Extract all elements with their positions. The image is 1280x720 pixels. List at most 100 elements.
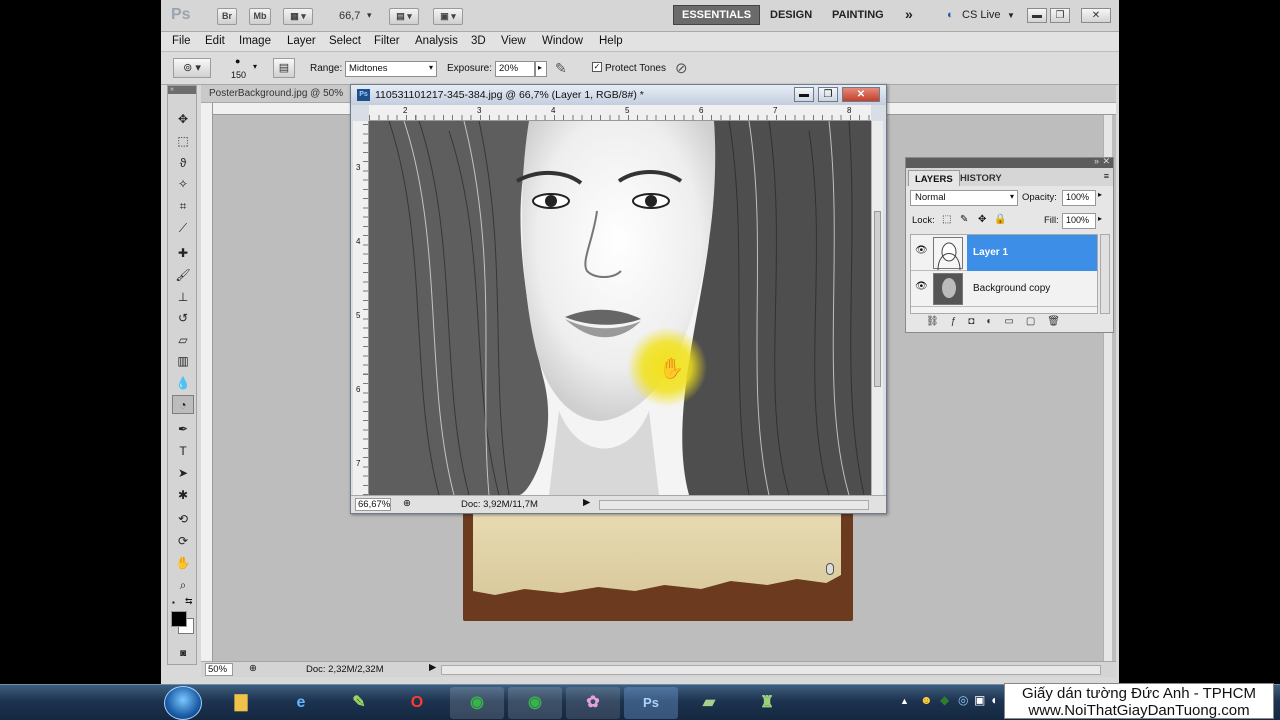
menu-layer[interactable]: Layer [287, 35, 316, 47]
background-status-arrow-icon[interactable]: ▶ [429, 662, 436, 673]
new-group-icon[interactable]: ▭ [1004, 316, 1025, 327]
taskbar-app-icon[interactable]: ✎ [332, 687, 386, 719]
taskbar-photoshop-icon[interactable]: Ps [624, 687, 678, 719]
arrange-documents-button[interactable]: ▤ ▾ [389, 8, 419, 25]
eyedropper-tool-icon[interactable]: ⟋ [172, 219, 194, 238]
visibility-eye-icon[interactable]: 👁 [915, 245, 928, 256]
lasso-tool-icon[interactable]: ϑ [172, 154, 194, 173]
tray-volume-icon[interactable]: ◖ [990, 693, 997, 707]
dodge-tool-icon[interactable]: ◔ [172, 395, 194, 414]
workspace-design[interactable]: DESIGN [770, 9, 812, 21]
tools-collapse-icon[interactable]: » [168, 86, 196, 94]
gradient-tool-icon[interactable]: ▥ [172, 352, 194, 371]
path-selection-tool-icon[interactable]: ➤ [172, 464, 194, 483]
new-layer-icon[interactable]: ▢ [1026, 316, 1047, 327]
doc-status-arrow-icon[interactable]: ▶ [583, 497, 590, 508]
eraser-tool-icon[interactable]: ▱ [172, 331, 194, 350]
quick-selection-tool-icon[interactable]: ✧ [172, 175, 194, 194]
type-tool-icon[interactable]: T [172, 442, 194, 461]
doc-zoom-field[interactable]: 66,67% [355, 498, 391, 511]
brush-picker-chevron-icon[interactable]: ▾ [253, 62, 257, 71]
close-button[interactable]: ✕ [1081, 8, 1111, 23]
quick-mask-icon[interactable]: ◙ [172, 644, 194, 663]
cs-live-chevron-icon[interactable]: ▼ [1007, 11, 1015, 20]
tablet-pressure-icon[interactable]: ⊘ [675, 59, 688, 77]
zoom-tool-icon[interactable]: ⌕ [172, 576, 194, 595]
screen-mode-button[interactable]: ▣ ▾ [433, 8, 463, 25]
shape-tool-icon[interactable]: ✱ [172, 486, 194, 505]
tray-arrow-icon[interactable]: ▲ [900, 696, 909, 706]
protect-tones-checkbox[interactable]: ✓ [592, 62, 602, 72]
layer-list-scrollbar[interactable] [1100, 234, 1110, 314]
marquee-tool-icon[interactable]: ⬚ [172, 132, 194, 151]
menu-file[interactable]: File [172, 35, 191, 47]
doc-minimize-button[interactable]: ▬ [794, 87, 814, 102]
crop-tool-icon[interactable]: ⌗ [172, 197, 194, 216]
fx-icon[interactable]: ƒ [951, 316, 969, 327]
lock-position-icon[interactable]: ✥ [978, 214, 986, 225]
lock-all-icon[interactable]: 🔒 [994, 214, 1006, 225]
lock-pixels-icon[interactable]: ✎ [960, 214, 968, 225]
horizontal-scrollbar[interactable] [441, 665, 1101, 675]
document-title-bar[interactable]: Ps 110531101217-345-384.jpg @ 66,7% (Lay… [351, 85, 886, 105]
delete-layer-icon[interactable]: 🗑 [1047, 316, 1072, 327]
brush-panel-toggle-icon[interactable]: ▤ [273, 58, 295, 78]
healing-brush-tool-icon[interactable]: ✚ [172, 244, 194, 263]
menu-analysis[interactable]: Analysis [415, 35, 458, 47]
zoom-level-value[interactable]: 66,7 [339, 10, 360, 22]
menu-image[interactable]: Image [239, 35, 271, 47]
brush-preview-icon[interactable]: ● [235, 56, 240, 66]
tray-icon-3[interactable]: ◎ [958, 693, 968, 707]
cs-live-button[interactable]: CS Live [962, 9, 1001, 21]
taskbar-opera-icon[interactable]: O [390, 687, 444, 719]
lock-transparent-icon[interactable]: ⬚ [942, 214, 951, 225]
start-button[interactable] [164, 686, 202, 720]
tray-network-icon[interactable]: ▣ [974, 693, 985, 707]
layer-row[interactable]: 👁 Background copy [911, 271, 1097, 307]
3d-rotate-tool-icon[interactable]: ⟲ [172, 510, 194, 529]
background-zoom-field[interactable]: 50% [205, 663, 233, 676]
fill-input[interactable]: 100% [1062, 213, 1096, 229]
menu-view[interactable]: View [501, 35, 526, 47]
visibility-eye-icon[interactable]: 👁 [915, 281, 928, 292]
background-status-icon[interactable]: ⊕ [249, 663, 257, 674]
menu-select[interactable]: Select [329, 35, 361, 47]
panel-collapse-icon[interactable]: » [1094, 156, 1099, 166]
foreground-color-swatch[interactable] [171, 611, 187, 627]
add-mask-icon[interactable]: ◘ [968, 316, 986, 327]
tray-icon-2[interactable]: ◆ [940, 693, 949, 707]
3d-orbit-tool-icon[interactable]: ⟳ [172, 532, 194, 551]
minibridge-button[interactable]: Mb [249, 8, 271, 25]
tab-layers[interactable]: LAYERS [908, 170, 960, 186]
image-canvas[interactable]: ✋ [369, 121, 871, 495]
taskbar-app3-icon[interactable]: ▰ [682, 687, 736, 719]
airbrush-icon[interactable]: ✎ [555, 60, 567, 77]
doc-vertical-scrollbar[interactable] [871, 121, 883, 495]
restore-button[interactable]: ❐ [1050, 8, 1070, 23]
workspace-essentials[interactable]: ESSENTIALS [673, 5, 761, 25]
history-brush-tool-icon[interactable]: ↺ [172, 309, 194, 328]
cs-live-icon[interactable]: ◐ [947, 9, 954, 21]
taskbar-app2-icon[interactable]: ✿ [566, 687, 620, 719]
move-tool-icon[interactable]: ✥ [172, 110, 194, 129]
panel-header[interactable]: » ✕ [906, 156, 1113, 168]
pen-tool-icon[interactable]: ✒ [172, 420, 194, 439]
hand-tool-icon[interactable]: ✋ [172, 554, 194, 573]
zoom-chevron-icon[interactable]: ▾ [367, 10, 372, 21]
exposure-input[interactable]: 20% [495, 61, 535, 77]
more-workspaces-icon[interactable]: » [905, 6, 913, 22]
range-select[interactable]: Midtones ▾ [345, 61, 437, 77]
taskbar-chrome-2-icon[interactable]: ◉ [508, 687, 562, 719]
layer-row[interactable]: 👁 Layer 1 [911, 235, 1097, 271]
doc-maximize-button[interactable]: ❐ [818, 87, 838, 102]
exposure-slider-arrow-icon[interactable]: ▸ [535, 61, 547, 77]
tool-preset-picker[interactable]: ⊚ ▾ [173, 58, 211, 78]
taskbar-app4-icon[interactable]: ♜ [740, 687, 794, 719]
menu-filter[interactable]: Filter [374, 35, 400, 47]
taskbar-chrome-icon[interactable]: ◉ [450, 687, 504, 719]
doc-close-button[interactable]: ✕ [842, 87, 880, 102]
opacity-input[interactable]: 100% [1062, 190, 1096, 206]
menu-edit[interactable]: Edit [205, 35, 225, 47]
brush-tool-icon[interactable]: 🖌 [172, 266, 194, 285]
blur-tool-icon[interactable]: 💧 [172, 374, 194, 393]
